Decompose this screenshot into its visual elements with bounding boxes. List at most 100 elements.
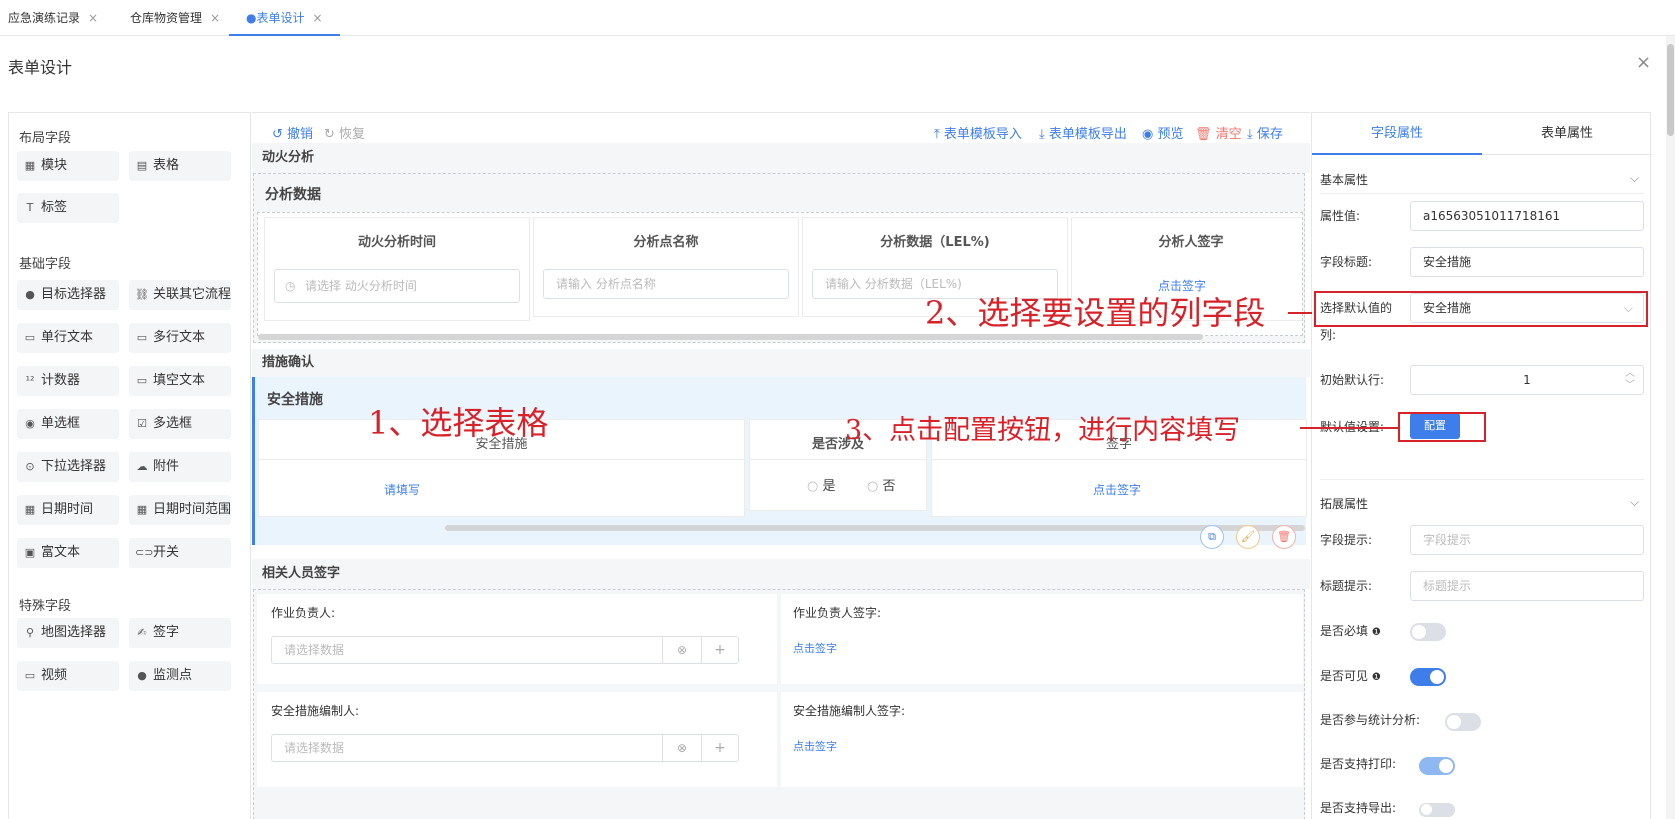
tab-drill-records[interactable]: 应急演练记录 × [8, 0, 98, 36]
select-data-input[interactable]: 请选择数据 [271, 734, 663, 762]
tab-form-design[interactable]: ●表单设计 × [229, 0, 340, 36]
palette-item-target-selector[interactable]: ● 目标选择器 [17, 280, 119, 310]
copy-icon[interactable]: ⧉ [1200, 525, 1224, 549]
palette-item-single-text[interactable]: ▭ 单行文本 [17, 323, 119, 353]
counter-icon: ¹² [25, 374, 35, 387]
radio-yes[interactable]: ○ 是 [807, 475, 836, 494]
undo-button[interactable]: ↺ 撤销 [272, 123, 313, 142]
export-template-button[interactable]: ⤓ 表单模板导出 [1039, 123, 1127, 142]
chevron-down-icon[interactable]: ⌵ [1630, 495, 1639, 510]
tab-field-properties[interactable]: 字段属性 [1312, 113, 1482, 155]
save-button[interactable]: ⤓ 保存 [1247, 123, 1283, 142]
annotation-step-3: 3、点击配置按钮，进行内容填写 [845, 415, 1241, 446]
palette-item-module[interactable]: ▦ 模块 [17, 151, 119, 181]
column-header: 分析人签字 [1158, 235, 1224, 250]
field-title-input[interactable]: 安全措施 [1410, 247, 1644, 277]
field-measure-author[interactable]: 安全措施编制人: 请选择数据 ⊗ + [257, 692, 777, 787]
stats-switch[interactable] [1445, 713, 1481, 731]
clear-circle-icon[interactable]: ⊗ [662, 636, 702, 664]
attr-value-input[interactable]: a16563051011718161 [1410, 201, 1644, 231]
section-measures[interactable]: 措施确认 [252, 349, 1310, 377]
clear-circle-icon[interactable]: ⊗ [662, 734, 702, 762]
export-switch[interactable] [1419, 803, 1455, 817]
palette-item-datetime-range[interactable]: ▦ 日期时间范围 [129, 495, 231, 525]
palette-item-radio[interactable]: ◉ 单选框 [17, 409, 119, 439]
basic-properties-title[interactable]: 基本属性 [1320, 171, 1368, 188]
clock-icon: ◷ [285, 279, 296, 293]
group-title-basic: 基础字段 [19, 257, 72, 272]
hint-input[interactable]: 字段提示 [1410, 525, 1644, 555]
attr-value-label: 属性值: [1320, 209, 1361, 223]
print-switch[interactable] [1419, 757, 1455, 775]
redo-button[interactable]: ↻ 恢复 [324, 123, 365, 142]
import-template-button[interactable]: ⤒ 表单模板导入 [934, 123, 1022, 142]
redo-icon: ↻ [324, 127, 340, 142]
trash-icon: 🗑 [1195, 127, 1216, 142]
radio-icon: ◉ [25, 417, 35, 430]
fill-in-link[interactable]: 请填写 [384, 481, 420, 498]
palette-item-blank-text[interactable]: ▭ 填空文本 [129, 366, 231, 396]
monitor-point-icon: ● [137, 669, 147, 682]
datetime-picker-input[interactable]: ◷ 请选择 动火分析时间 [274, 269, 520, 303]
palette-item-attachment[interactable]: ☁ 附件 [129, 452, 231, 482]
required-label: 是否必填 ❶ [1320, 624, 1381, 638]
radio-no[interactable]: ○ 否 [867, 475, 896, 494]
palette-item-label[interactable]: T 标签 [17, 193, 119, 223]
group-title-special: 特殊字段 [19, 599, 72, 614]
table-scrollbar[interactable] [445, 525, 1305, 531]
analysis-point-input[interactable]: 请输入 分析点名称 [543, 269, 789, 299]
plus-icon[interactable]: + [701, 734, 739, 762]
upload-icon: ⤒ [934, 127, 944, 142]
palette-item-table[interactable]: ▤ 表格 [129, 151, 231, 181]
group-title-layout: 布局字段 [19, 131, 72, 146]
field-work-leader[interactable]: 作业负责人: 请选择数据 ⊗ + [257, 594, 777, 684]
sign-link[interactable]: 点击签字 [793, 640, 837, 656]
close-icon[interactable]: × [1636, 52, 1651, 73]
default-column-label-2: 列: [1320, 328, 1337, 342]
clear-button[interactable]: 🗑 清空 [1195, 123, 1242, 142]
close-icon[interactable]: × [312, 11, 322, 25]
title-hint-input[interactable]: 标题提示 [1410, 571, 1644, 601]
palette-item-dropdown[interactable]: ⊙ 下拉选择器 [17, 452, 119, 482]
palette-item-datetime[interactable]: ▦ 日期时间 [17, 495, 119, 525]
page-scrollbar[interactable] [1666, 36, 1675, 819]
delete-icon[interactable]: 🗑 [1272, 525, 1296, 549]
form-canvas: ↺ 撤销 ↻ 恢复 ⤒ 表单模板导入 ⤓ 表单模板导出 ◉ 预览 🗑 清空 ⤓ … [252, 112, 1310, 819]
tab-form-properties[interactable]: 表单属性 [1482, 113, 1652, 155]
palette-item-map-selector[interactable]: ⚲ 地图选择器 [17, 618, 119, 648]
table-scrollbar[interactable] [258, 334, 1203, 340]
close-icon[interactable]: × [210, 11, 220, 25]
sign-link[interactable]: 点击签字 [1093, 481, 1141, 498]
section-fire-analysis[interactable]: 动火分析 [252, 143, 1310, 173]
field-measure-author-signature[interactable]: 安全措施编制人签字: 点击签字 [781, 692, 1303, 787]
palette-item-related-flow[interactable]: ⛓ 关联其它流程 [129, 280, 231, 310]
palette-item-signature[interactable]: ✍ 签字 [129, 618, 231, 648]
radio-icon: ○ [807, 479, 819, 494]
palette-item-multi-text[interactable]: ▭ 多行文本 [129, 323, 231, 353]
extended-properties-title[interactable]: 拓展属性 [1320, 495, 1368, 512]
section-related-signatures[interactable]: 相关人员签字 [252, 559, 1310, 589]
palette-item-video[interactable]: ▭ 视频 [17, 661, 119, 691]
annotation-step-2: 2、选择要设置的列字段 [925, 294, 1266, 332]
info-icon: ❶ [1371, 627, 1381, 638]
preview-button[interactable]: ◉ 预览 [1142, 123, 1184, 142]
chevron-down-icon[interactable]: ⌵ [1630, 171, 1639, 186]
field-title-label: 字段标题: [1320, 255, 1373, 269]
download-icon: ⤓ [1247, 127, 1257, 142]
field-work-leader-signature[interactable]: 作业负责人签字: 点击签字 [781, 594, 1303, 684]
brush-icon[interactable]: 🖌 [1236, 525, 1260, 549]
select-data-input[interactable]: 请选择数据 [271, 636, 663, 664]
plus-icon[interactable]: + [701, 636, 739, 664]
sign-link[interactable]: 点击签字 [793, 738, 837, 754]
chevron-down-icon[interactable]: ﹀ [1625, 372, 1635, 394]
tab-warehouse[interactable]: 仓库物资管理 × [130, 0, 220, 36]
palette-item-checkbox[interactable]: ☑ 多选框 [129, 409, 231, 439]
default-row-stepper[interactable]: 1 ︿ ﹀ [1410, 365, 1644, 395]
required-switch[interactable] [1410, 623, 1446, 641]
visible-switch[interactable] [1410, 668, 1446, 686]
palette-item-monitor-point[interactable]: ● 监测点 [129, 661, 231, 691]
palette-item-richtext[interactable]: ▣ 富文本 [17, 538, 119, 568]
close-icon[interactable]: × [88, 11, 98, 25]
palette-item-switch[interactable]: ⊂⊃开关 [129, 538, 231, 568]
palette-item-counter[interactable]: ¹² 计数器 [17, 366, 119, 396]
